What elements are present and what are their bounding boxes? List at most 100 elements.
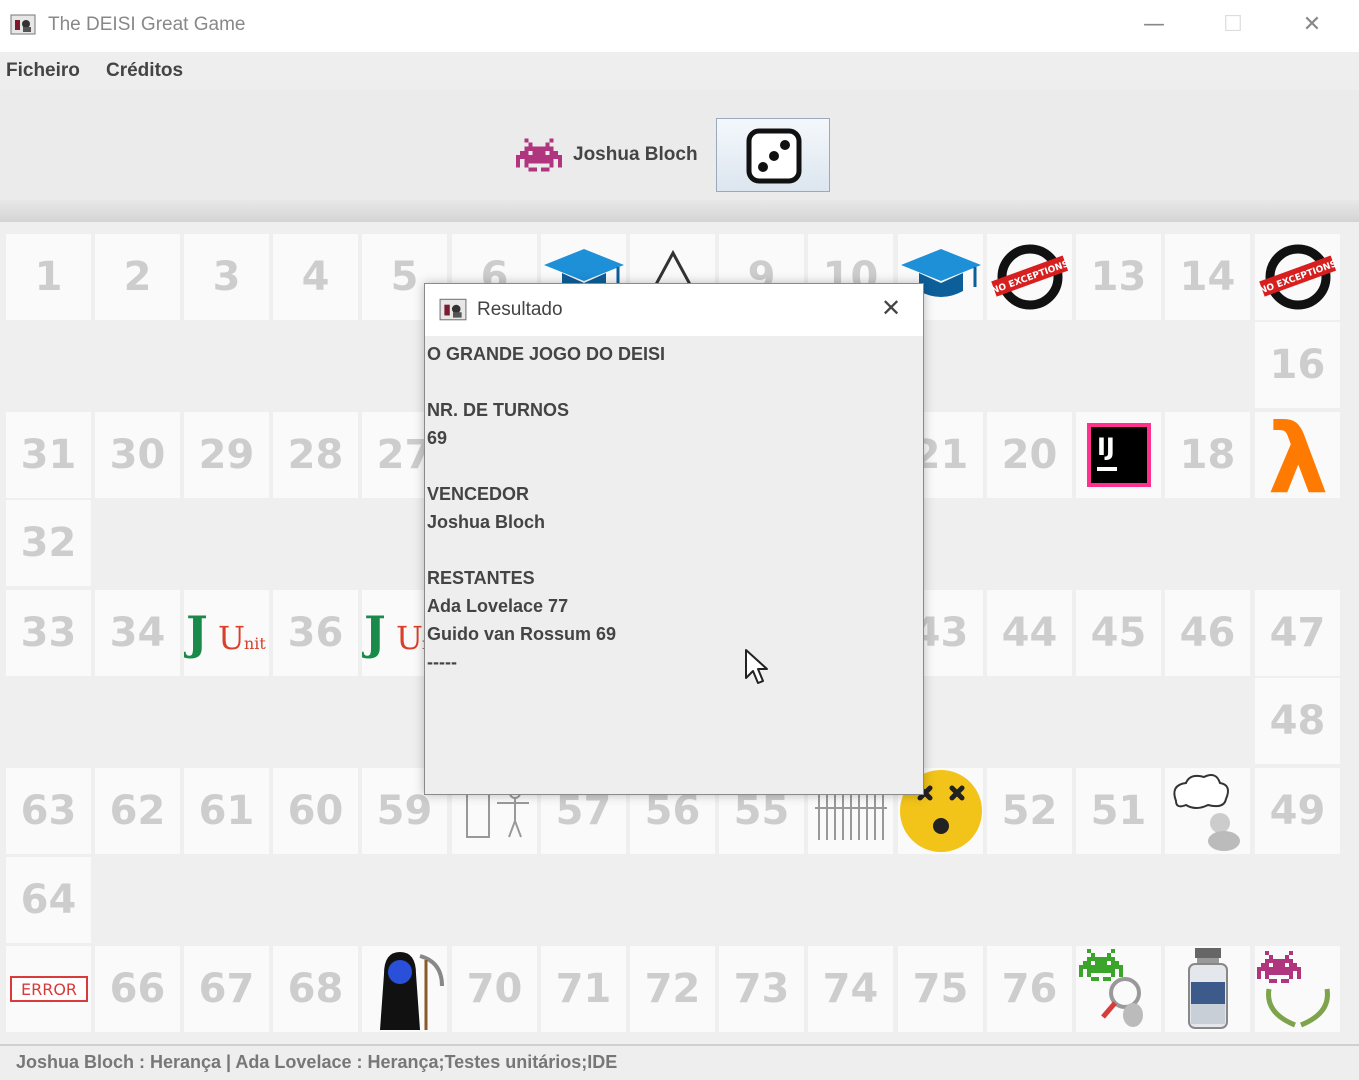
- cell-number: 67: [198, 966, 255, 1012]
- board-cell-28: 28: [273, 412, 358, 498]
- cell-number: 28: [287, 432, 344, 478]
- board-cell-72: 72: [630, 946, 715, 1032]
- cell-number: 71: [555, 966, 612, 1012]
- board-cell-46: 46: [1165, 590, 1250, 676]
- menu-bar: Ficheiro Créditos: [0, 52, 1359, 90]
- board-cell-32: 32: [6, 500, 91, 586]
- board-cell-48: 48: [1255, 678, 1340, 764]
- result-line: Ada Lovelace 77: [427, 596, 569, 616]
- error-stamp-icon: ERROR: [9, 975, 89, 1003]
- board-cell-4: 4: [273, 234, 358, 320]
- result-blank-line: [427, 368, 665, 396]
- cell-number: 31: [20, 432, 77, 478]
- cell-number: 64: [20, 877, 77, 923]
- window-title: The DEISI Great Game: [48, 14, 246, 35]
- board-cell-3: 3: [184, 234, 269, 320]
- board-cell-44: 44: [987, 590, 1072, 676]
- no-exceptions-icon: NO EXCEPTIONS: [990, 242, 1070, 312]
- roll-dice-button[interactable]: [716, 118, 830, 192]
- status-text: Joshua Bloch : Herança | Ada Lovelace : …: [16, 1052, 618, 1072]
- board-cell-purple-invader-laurel: [1255, 946, 1340, 1032]
- svg-text:ERROR: ERROR: [20, 980, 76, 999]
- board-cell-34: 34: [95, 590, 180, 676]
- board-cell-green-invader-magnifier: [1076, 946, 1161, 1032]
- green-invader-magnifier-icon: [1078, 949, 1159, 1029]
- purple-space-invader-icon: [516, 138, 562, 172]
- board-cell-31: 31: [6, 412, 91, 498]
- purple-invader-laurel-icon: [1255, 949, 1341, 1029]
- result-line: Joshua Bloch: [427, 512, 546, 532]
- cell-number: 3: [212, 254, 241, 300]
- cell-number: 49: [1269, 788, 1326, 834]
- status-bar: Joshua Bloch : Herança | Ada Lovelace : …: [0, 1044, 1359, 1080]
- board-cell-61: 61: [184, 768, 269, 854]
- window-titlebar: The DEISI Great Game — ☐ ✕: [0, 0, 1359, 52]
- app-icon: [10, 14, 36, 35]
- board-cell-51: 51: [1076, 768, 1161, 854]
- result-line: -----: [427, 652, 457, 672]
- cell-number: 47: [1269, 610, 1326, 656]
- board-cell-74: 74: [808, 946, 893, 1032]
- cell-number: 16: [1269, 342, 1326, 388]
- app-icon: [439, 298, 467, 321]
- cell-number: 1: [34, 254, 63, 300]
- board-cell-33: 33: [6, 590, 91, 676]
- cell-number: 48: [1269, 698, 1326, 744]
- cell-number: 66: [109, 966, 166, 1012]
- cell-number: 46: [1179, 610, 1236, 656]
- menu-ficheiro[interactable]: Ficheiro: [6, 60, 80, 82]
- cell-number: 36: [287, 610, 344, 656]
- no-exceptions-icon: NO EXCEPTIONS: [1258, 242, 1338, 312]
- cell-number: 2: [123, 254, 152, 300]
- minimize-button[interactable]: —: [1134, 8, 1174, 42]
- panel-divider: [0, 200, 1359, 222]
- board-cell-76: 76: [987, 946, 1072, 1032]
- cell-number: 74: [822, 966, 879, 1012]
- board-cell-30: 30: [95, 412, 180, 498]
- lambda-icon: λ: [1255, 412, 1341, 498]
- cell-number: 34: [109, 610, 166, 656]
- board-cell-14: 14: [1165, 234, 1250, 320]
- dice-icon: [746, 128, 802, 184]
- result-line: NR. DE TURNOS: [427, 400, 570, 420]
- result-dialog-close-button[interactable]: ✕: [881, 294, 901, 322]
- cell-number: 13: [1090, 254, 1147, 300]
- cell-number: 14: [1179, 254, 1236, 300]
- cell-number: 76: [1001, 966, 1058, 1012]
- result-dialog-titlebar: Resultado ✕: [425, 284, 923, 336]
- board-cell-1: 1: [6, 234, 91, 320]
- close-window-button[interactable]: ✕: [1292, 8, 1332, 42]
- thinking-person-icon: [1168, 771, 1248, 851]
- cell-number: 73: [733, 966, 790, 1012]
- cell-number: 32: [20, 520, 77, 566]
- cell-number: 63: [20, 788, 77, 834]
- current-player-name: Joshua Bloch: [573, 144, 698, 165]
- menu-creditos[interactable]: Créditos: [106, 60, 183, 82]
- blue-reaper-icon: [362, 946, 448, 1032]
- board-cell-63: 63: [6, 768, 91, 854]
- cell-number: 72: [644, 966, 701, 1012]
- board-cell-13: 13: [1076, 234, 1161, 320]
- result-dialog: Resultado ✕ O GRANDE JOGO DO DEISI NR. D…: [424, 283, 924, 795]
- cell-number: 70: [466, 966, 523, 1012]
- board-cell-52: 52: [987, 768, 1072, 854]
- svg-text:λ: λ: [1267, 412, 1328, 498]
- cell-number: 33: [20, 610, 77, 656]
- board-cell-29: 29: [184, 412, 269, 498]
- result-line: VENCEDOR: [427, 484, 530, 504]
- board-cell-64: 64: [6, 857, 91, 943]
- result-line: Guido van Rossum 69: [427, 624, 617, 644]
- cell-number: 51: [1090, 788, 1147, 834]
- cell-number: 52: [1001, 788, 1058, 834]
- cell-number: 61: [198, 788, 255, 834]
- board-cell-60: 60: [273, 768, 358, 854]
- board-cell-75: 75: [898, 946, 983, 1032]
- cell-number: 29: [198, 432, 255, 478]
- svg-text:J: J: [184, 606, 208, 660]
- board-cell-error-stamp: ERROR: [6, 946, 91, 1032]
- board-cell-junit: JUnit: [184, 590, 269, 676]
- maximize-button[interactable]: ☐: [1213, 8, 1253, 42]
- board-cell-49: 49: [1255, 768, 1340, 854]
- result-dialog-title: Resultado: [477, 299, 563, 320]
- mouse-cursor-icon: [745, 649, 768, 684]
